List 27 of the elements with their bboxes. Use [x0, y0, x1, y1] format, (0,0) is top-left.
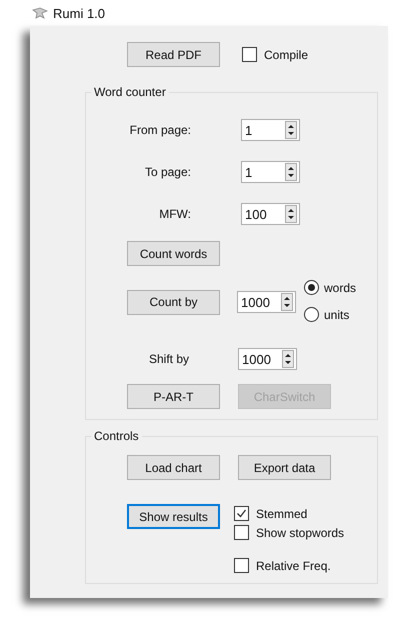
unit-radio[interactable]: words — [304, 280, 356, 295]
field-label: To page: — [144, 165, 191, 179]
unit-radio[interactable]: units — [304, 307, 356, 322]
number-spinner[interactable]: 1 — [241, 119, 300, 141]
app-icon — [32, 7, 48, 19]
count-by-button[interactable]: Count by — [127, 290, 220, 314]
action-button[interactable]: P-AR-T — [127, 384, 220, 409]
field-label: Shift by — [149, 352, 190, 366]
check-icon — [236, 508, 247, 519]
action-button[interactable]: Load chart — [127, 455, 220, 480]
compile-checkbox[interactable]: Compile — [242, 47, 308, 62]
option-checkbox[interactable]: Stemmed — [234, 506, 344, 521]
option-checkbox[interactable]: Show stopwords — [234, 525, 344, 540]
group-title: Controls — [91, 429, 142, 443]
count-words-button[interactable]: Count words — [127, 241, 220, 266]
field-label: From page: — [128, 123, 191, 137]
window-title: Rumi 1.0 — [53, 6, 106, 20]
group-title: Word counter — [91, 85, 169, 99]
number-spinner[interactable]: 100 — [241, 203, 300, 225]
action-button[interactable]: Export data — [238, 455, 331, 480]
number-spinner[interactable]: 1000 — [238, 348, 297, 370]
number-spinner[interactable]: 1000 — [237, 291, 296, 313]
field-label: MFW: — [158, 207, 191, 221]
option-checkbox[interactable]: Relative Freq. — [234, 558, 344, 573]
number-spinner[interactable]: 1 — [241, 161, 300, 183]
show-results-button[interactable]: Show results — [127, 504, 220, 529]
read-pdf-button[interactable]: Read PDF — [127, 42, 220, 67]
